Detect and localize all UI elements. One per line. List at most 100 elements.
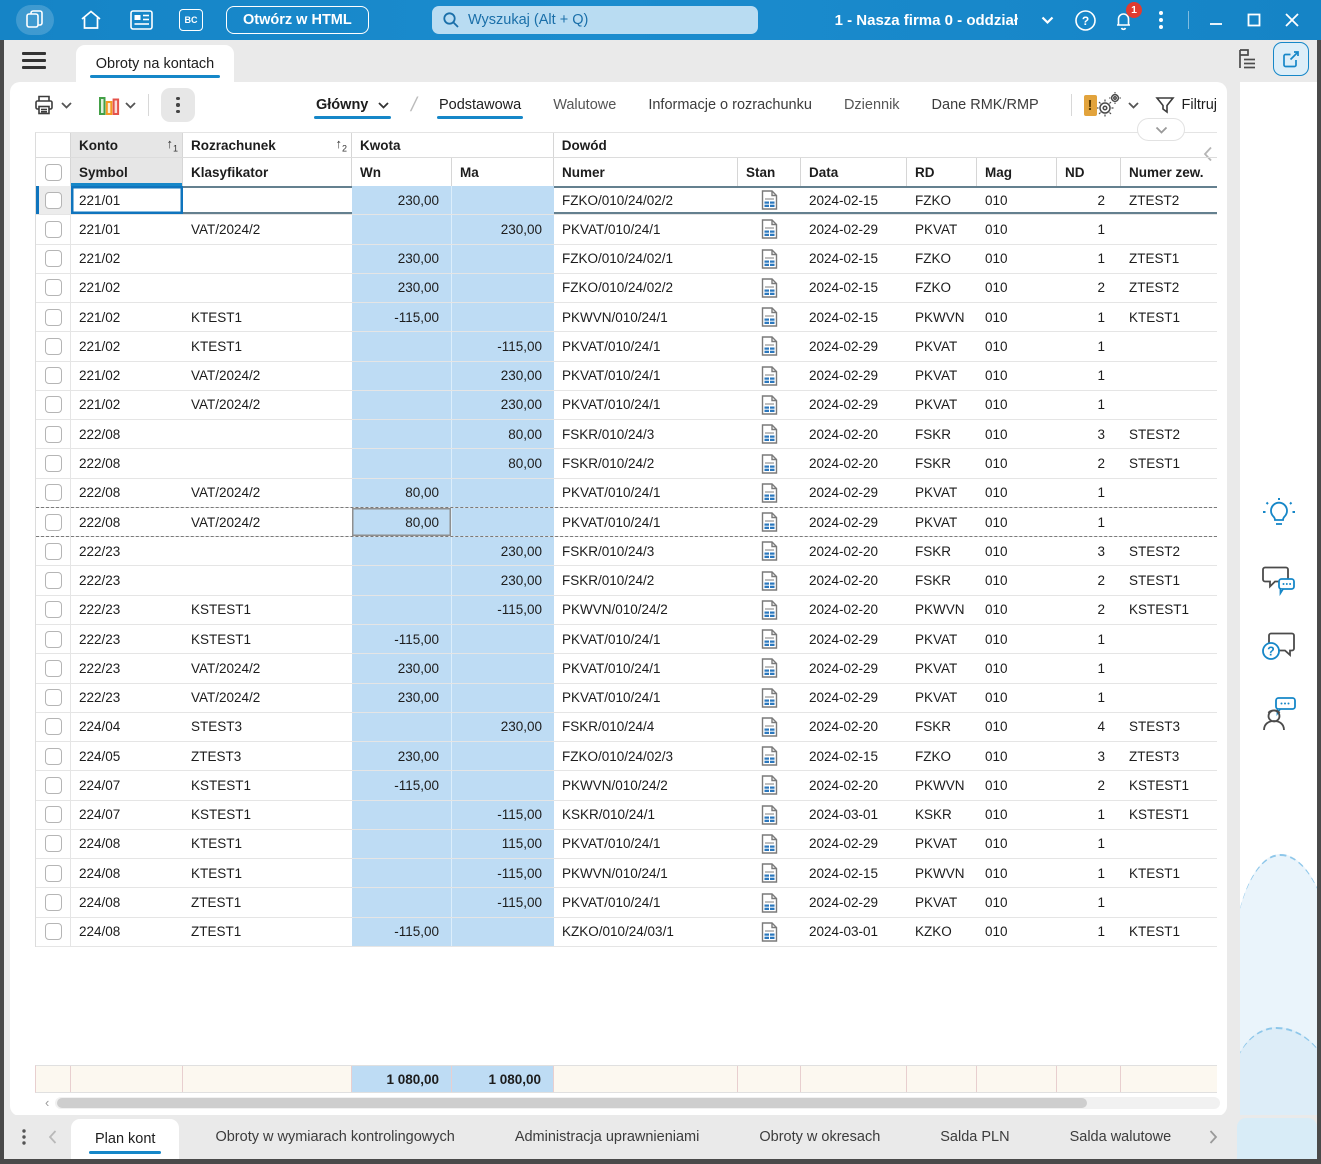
cell-mag[interactable]: 010 xyxy=(977,654,1057,682)
cell-klasyfikator[interactable]: ZTEST1 xyxy=(183,918,352,946)
cell-symbol[interactable]: 224/07 xyxy=(71,771,183,799)
cell-nd[interactable]: 2 xyxy=(1057,449,1121,477)
column-header-nd[interactable]: ND xyxy=(1057,158,1121,186)
cell-symbol[interactable]: 222/08 xyxy=(71,479,183,507)
cell-nd[interactable]: 2 xyxy=(1057,596,1121,624)
cell-mag[interactable]: 010 xyxy=(977,625,1057,653)
cell-ma[interactable] xyxy=(452,244,554,273)
cell-ma[interactable] xyxy=(452,683,554,712)
row-checkbox[interactable] xyxy=(44,776,62,794)
cell-wn[interactable] xyxy=(352,361,452,390)
chart-chevron-icon[interactable] xyxy=(125,101,136,109)
cell-klasyfikator[interactable] xyxy=(183,537,352,565)
row-checkbox[interactable] xyxy=(44,894,62,911)
cell-klasyfikator[interactable]: VAT/2024/2 xyxy=(183,215,352,243)
cell-ma[interactable] xyxy=(452,917,554,946)
cell-mag[interactable]: 010 xyxy=(977,537,1057,565)
maximize-button[interactable] xyxy=(1242,8,1266,32)
table-row[interactable]: 222/08 VAT/2024/2 80,00 PKVAT/010/24/1 2024-… xyxy=(36,478,1217,508)
cell-symbol[interactable]: 222/23 xyxy=(71,625,183,653)
cell-rd[interactable]: PKVAT xyxy=(907,332,977,360)
row-checkbox[interactable] xyxy=(44,425,62,443)
table-row[interactable]: 222/08 VAT/2024/2 80,00 PKVAT/010/24/1 2024-… xyxy=(36,506,1218,538)
cell-wn[interactable]: -115,00 xyxy=(352,303,452,332)
cell-numer-zew[interactable] xyxy=(1121,508,1218,536)
bottom-tab-obroty-w-wymiarach-kontrolingowych[interactable]: Obroty w wymiarach kontrolingowych xyxy=(191,1115,478,1159)
row-checkbox[interactable] xyxy=(44,659,62,677)
table-row[interactable]: 224/08 KTEST1 -115,00 PKWVN/010/24/1 2024-02… xyxy=(36,859,1217,889)
table-row[interactable]: 222/23 230,00 FSKR/010/24/2 2024-02-20 FSKR 0… xyxy=(36,566,1217,596)
table-row[interactable]: 221/02 KTEST1 -115,00 PKWVN/010/24/1 2024-02… xyxy=(36,303,1217,333)
cell-rd[interactable]: PKVAT xyxy=(907,830,977,858)
cell-ma[interactable] xyxy=(452,478,554,507)
cell-data[interactable]: 2024-02-29 xyxy=(801,654,907,682)
cell-mag[interactable]: 010 xyxy=(977,684,1057,712)
cell-nd[interactable]: 2 xyxy=(1057,274,1121,302)
cell-nd[interactable]: 2 xyxy=(1057,566,1121,594)
cell-data[interactable]: 2024-02-29 xyxy=(801,362,907,390)
cell-numer-zew[interactable]: STEST1 xyxy=(1121,449,1218,477)
cell-ma[interactable]: 230,00 xyxy=(452,361,554,390)
cell-stan[interactable] xyxy=(738,303,801,331)
cell-mag[interactable]: 010 xyxy=(977,918,1057,946)
cell-rd[interactable]: FZKO xyxy=(907,186,977,214)
cell-ma[interactable] xyxy=(452,273,554,303)
cell-nd[interactable]: 1 xyxy=(1057,332,1121,360)
cell-klasyfikator[interactable]: KTEST1 xyxy=(183,332,352,360)
cell-wn[interactable] xyxy=(352,449,452,478)
share-icon[interactable] xyxy=(1273,42,1309,76)
cell-ma[interactable]: 230,00 xyxy=(452,537,554,566)
cell-mag[interactable]: 010 xyxy=(977,303,1057,331)
print-chevron-icon[interactable] xyxy=(61,101,72,109)
table-row[interactable]: 222/23 VAT/2024/2 230,00 PKVAT/010/24/1 2024… xyxy=(36,683,1217,713)
cell-rd[interactable]: PKVAT xyxy=(907,508,977,536)
cell-wn[interactable] xyxy=(352,800,452,829)
cell-klasyfikator[interactable]: VAT/2024/2 xyxy=(183,508,352,536)
row-checkbox[interactable] xyxy=(44,367,62,385)
cell-klasyfikator[interactable]: STEST3 xyxy=(183,713,352,741)
cell-numer[interactable]: PKVAT/010/24/1 xyxy=(554,654,738,682)
column-header-wn[interactable]: Wn xyxy=(352,158,452,186)
cell-symbol[interactable]: 222/08 xyxy=(71,449,183,477)
group-header-konto[interactable]: Konto ↑1 xyxy=(71,133,183,157)
select-all-checkbox[interactable] xyxy=(44,163,62,181)
cell-rd[interactable]: KSKR xyxy=(907,801,977,829)
home-icon[interactable] xyxy=(78,7,104,33)
cell-numer[interactable]: PKVAT/010/24/1 xyxy=(554,625,738,653)
cell-rd[interactable]: FSKR xyxy=(907,713,977,741)
cell-data[interactable]: 2024-02-29 xyxy=(801,479,907,507)
cell-klasyfikator[interactable]: KSTEST1 xyxy=(183,625,352,653)
cell-stan[interactable] xyxy=(738,420,801,448)
cell-rd[interactable]: FSKR xyxy=(907,420,977,448)
cell-klasyfikator[interactable]: VAT/2024/2 xyxy=(183,684,352,712)
cell-mag[interactable]: 010 xyxy=(977,215,1057,243)
company-chevron-icon[interactable] xyxy=(1035,8,1059,32)
cell-mag[interactable]: 010 xyxy=(977,508,1057,536)
group-header-dowod[interactable]: Dowód xyxy=(554,133,1217,157)
cell-data[interactable]: 2024-02-29 xyxy=(801,625,907,653)
table-row[interactable]: 222/23 230,00 FSKR/010/24/3 2024-02-20 FSKR 0… xyxy=(36,537,1217,567)
cell-wn[interactable] xyxy=(352,537,452,566)
cell-ma[interactable]: -115,00 xyxy=(452,332,554,361)
cell-nd[interactable]: 1 xyxy=(1057,245,1121,273)
cell-data[interactable]: 2024-02-20 xyxy=(801,449,907,477)
row-checkbox[interactable] xyxy=(44,601,62,619)
bc-icon[interactable]: BC xyxy=(178,7,204,33)
cell-stan[interactable] xyxy=(738,508,801,536)
cell-rd[interactable]: KZKO xyxy=(907,918,977,946)
cell-mag[interactable]: 010 xyxy=(977,391,1057,419)
cell-klasyfikator[interactable]: VAT/2024/2 xyxy=(183,391,352,419)
cell-numer-zew[interactable]: KTEST1 xyxy=(1121,918,1218,946)
cell-numer[interactable]: FSKR/010/24/4 xyxy=(554,713,738,741)
cell-mag[interactable]: 010 xyxy=(977,771,1057,799)
column-header-numer-zew[interactable]: Numer zew. xyxy=(1121,158,1218,186)
cell-symbol[interactable]: 224/07 xyxy=(71,801,183,829)
row-checkbox[interactable] xyxy=(44,396,62,414)
cell-klasyfikator[interactable]: KTEST1 xyxy=(183,830,352,858)
cell-wn[interactable] xyxy=(352,332,452,361)
row-checkbox[interactable] xyxy=(44,806,62,824)
row-checkbox[interactable] xyxy=(44,220,62,238)
cell-numer-zew[interactable]: KSTEST1 xyxy=(1121,596,1218,624)
cell-stan[interactable] xyxy=(738,625,801,653)
cell-numer[interactable]: PKVAT/010/24/1 xyxy=(554,508,738,536)
